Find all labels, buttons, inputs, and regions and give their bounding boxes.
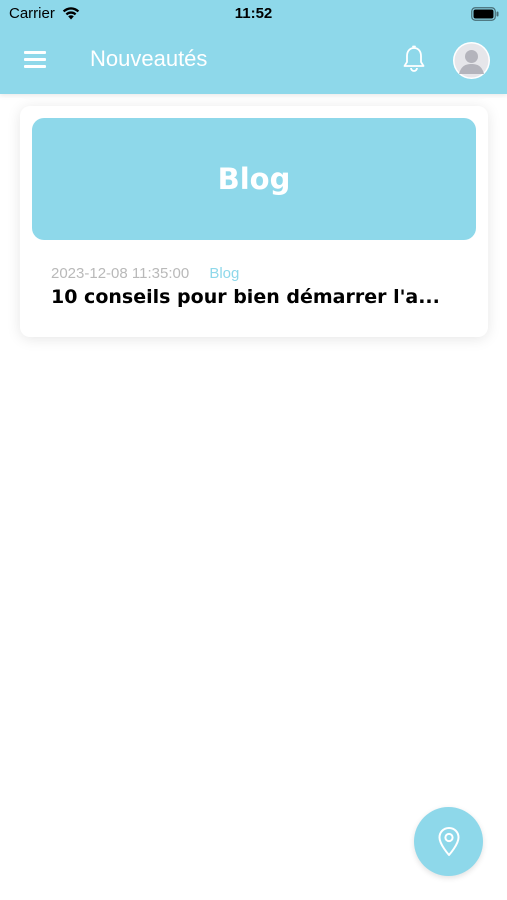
bell-icon[interactable] bbox=[400, 44, 428, 74]
banner-title: Blog bbox=[217, 162, 291, 196]
news-card[interactable]: Blog 2023-12-08 11:35:00 Blog 10 conseil… bbox=[20, 106, 488, 337]
location-fab-button[interactable] bbox=[414, 807, 483, 876]
hamburger-menu-icon-line bbox=[24, 65, 46, 68]
user-avatar-icon bbox=[454, 43, 489, 78]
card-banner: Blog bbox=[32, 118, 476, 240]
status-time: 11:52 bbox=[234, 5, 273, 22]
app-header: Carrier 11:52 Nouveautés bbox=[0, 0, 507, 94]
map-pin-icon bbox=[438, 827, 460, 856]
status-bar: Carrier 11:52 bbox=[0, 0, 507, 28]
avatar[interactable] bbox=[453, 42, 490, 79]
card-meta: 2023-12-08 11:35:00 Blog bbox=[51, 265, 239, 282]
page-title: Nouveautés bbox=[90, 46, 208, 71]
card-title[interactable]: 10 conseils pour bien démarrer l'a... bbox=[51, 286, 461, 308]
card-date: 2023-12-08 11:35:00 bbox=[51, 265, 190, 282]
menu-button[interactable] bbox=[22, 48, 48, 70]
battery-icon bbox=[471, 7, 499, 21]
card-category[interactable]: Blog bbox=[209, 265, 239, 282]
hamburger-menu-icon-line bbox=[24, 58, 46, 61]
hamburger-menu-icon bbox=[24, 51, 46, 54]
